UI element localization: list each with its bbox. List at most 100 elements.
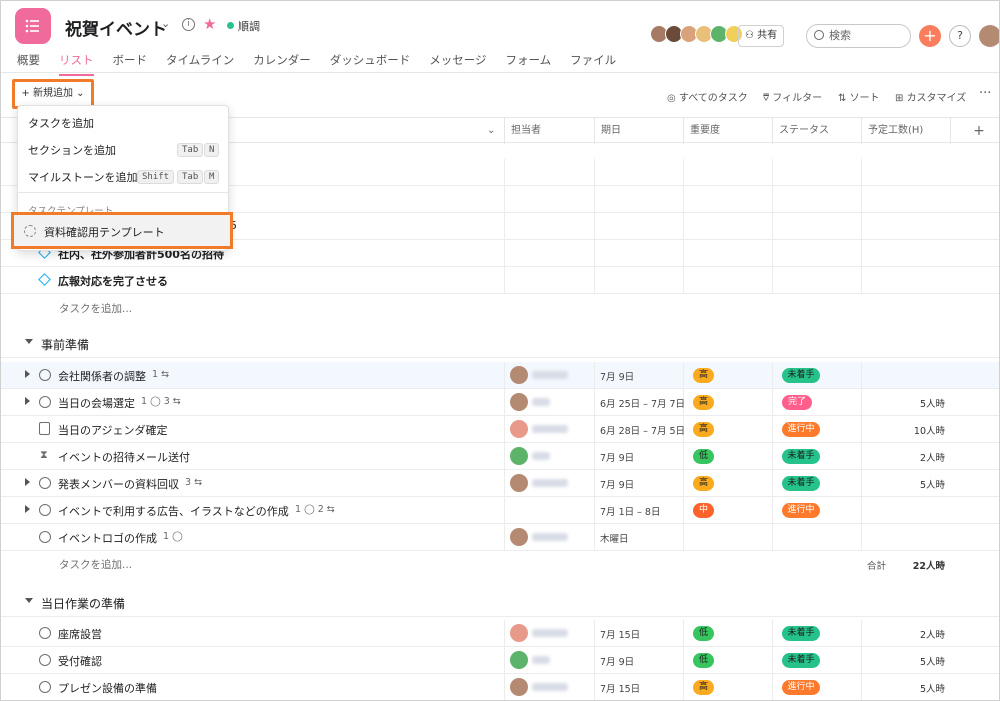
- priority-badge[interactable]: 高: [693, 476, 714, 491]
- column-estimate[interactable]: 予定工数(H): [861, 118, 950, 144]
- avatar[interactable]: [510, 420, 528, 438]
- milestone-row[interactable]: 広報対応を完了させる: [1, 267, 999, 294]
- status-badge[interactable]: 進行中: [782, 680, 820, 695]
- subtask-comment-count[interactable]: 1 ⇆: [152, 369, 169, 380]
- check-circle-icon[interactable]: [39, 396, 51, 408]
- due-date[interactable]: 7月 15日: [600, 627, 640, 641]
- customize-button[interactable]: ⊞ カスタマイズ: [895, 89, 966, 104]
- status-badge[interactable]: 未着手: [782, 626, 820, 641]
- due-date[interactable]: 7月 9日: [600, 450, 634, 464]
- check-circle-icon[interactable]: [39, 369, 51, 381]
- column-status[interactable]: ステータス: [772, 118, 861, 144]
- priority-badge[interactable]: 低: [693, 626, 714, 641]
- filter-button[interactable]: ⩢ フィルター: [763, 89, 822, 104]
- priority-badge[interactable]: 高: [693, 395, 714, 410]
- task-name[interactable]: イベントロゴの作成: [58, 530, 157, 546]
- column-priority[interactable]: 重要度: [683, 118, 772, 144]
- quick-add-button[interactable]: +: [919, 25, 941, 47]
- milestone-name[interactable]: 広報対応を完了させる: [58, 273, 168, 289]
- tab-calendar[interactable]: カレンダー: [253, 52, 311, 76]
- all-tasks-button[interactable]: ◎ すべてのタスク: [667, 89, 748, 104]
- priority-badge[interactable]: 高: [693, 422, 714, 437]
- due-date[interactable]: 7月 15日: [600, 681, 640, 695]
- due-date[interactable]: 6月 28日 – 7月 5日: [600, 423, 685, 437]
- menu-template-item[interactable]: 資料確認用テンプレート: [11, 212, 233, 249]
- milestone-icon[interactable]: [38, 273, 51, 286]
- task-name[interactable]: 発表メンバーの資料回収: [58, 476, 179, 492]
- tab-overview[interactable]: 概要: [17, 52, 40, 76]
- approval-icon[interactable]: [39, 422, 50, 435]
- avatar[interactable]: [510, 678, 528, 696]
- check-circle-icon[interactable]: [39, 654, 51, 666]
- check-circle-icon[interactable]: [39, 681, 51, 693]
- table-row[interactable]: 座席設営 7月 15日 低 未着手 2人時: [1, 620, 999, 647]
- priority-badge[interactable]: 低: [693, 449, 714, 464]
- status-badge[interactable]: 未着手: [782, 653, 820, 668]
- table-row[interactable]: 当日のアジェンダ確定 6月 28日 – 7月 5日高 進行中 10人時: [1, 416, 999, 443]
- section-header[interactable]: 当日作業の準備: [1, 587, 999, 617]
- subtask-comment-count[interactable]: 1 ◯ 3 ⇆: [141, 396, 181, 407]
- estimate-hours[interactable]: 5人時: [920, 396, 945, 410]
- section-header[interactable]: 事前準備: [1, 328, 999, 358]
- due-date[interactable]: 7月 1日 – 8日: [600, 504, 660, 518]
- tab-timeline[interactable]: タイムライン: [166, 52, 234, 76]
- more-options-button[interactable]: ···: [979, 86, 991, 101]
- estimate-hours[interactable]: 5人時: [920, 681, 945, 695]
- sort-button[interactable]: ⇅ ソート: [838, 89, 880, 104]
- column-assignee[interactable]: 担当者: [504, 118, 594, 144]
- chevron-down-icon[interactable]: ⌄: [161, 17, 170, 30]
- table-row[interactable]: プレゼン設備の準備 7月 15日 高 進行中 5人時: [1, 674, 999, 700]
- menu-add-section[interactable]: セクションを追加: [28, 142, 116, 158]
- estimate-hours[interactable]: 5人時: [920, 654, 945, 668]
- avatar[interactable]: [510, 474, 528, 492]
- expand-icon[interactable]: [25, 370, 30, 378]
- star-icon[interactable]: ★: [203, 15, 216, 33]
- tab-messages[interactable]: メッセージ: [429, 52, 486, 76]
- table-row[interactable]: 会社関係者の調整 1 ⇆ 7月 9日 高 未着手: [1, 362, 999, 389]
- task-name[interactable]: 受付確認: [58, 653, 102, 669]
- estimate-hours[interactable]: 10人時: [914, 423, 945, 437]
- task-name[interactable]: 当日のアジェンダ確定: [58, 422, 168, 438]
- avatar[interactable]: [510, 624, 528, 642]
- project-title[interactable]: 祝賀イベント: [65, 15, 167, 40]
- expand-icon[interactable]: [25, 478, 30, 486]
- add-column-button[interactable]: +: [950, 118, 999, 144]
- caret-down-icon[interactable]: [25, 339, 33, 344]
- subtask-comment-count[interactable]: 1 ◯ 2 ⇆: [295, 504, 335, 515]
- info-icon[interactable]: i: [182, 18, 195, 31]
- task-name[interactable]: 会社関係者の調整: [58, 368, 146, 384]
- status-badge[interactable]: 未着手: [782, 368, 820, 383]
- table-row[interactable]: イベントで利用する広告、イラストなどの作成 1 ◯ 2 ⇆ 7月 1日 – 8日 中 進…: [1, 497, 999, 524]
- section-title[interactable]: 当日作業の準備: [41, 595, 125, 612]
- estimate-hours[interactable]: 2人時: [920, 450, 945, 464]
- table-row[interactable]: 発表メンバーの資料回収 3 ⇆ 7月 9日 高 未着手 5人時: [1, 470, 999, 497]
- estimate-hours[interactable]: 5人時: [920, 477, 945, 491]
- due-date[interactable]: 7月 9日: [600, 369, 634, 383]
- tab-files[interactable]: ファイル: [570, 52, 616, 76]
- status-badge[interactable]: 進行中: [782, 503, 820, 518]
- priority-badge[interactable]: 中: [693, 503, 714, 518]
- share-button[interactable]: ⚇ 共有: [738, 25, 785, 47]
- menu-add-milestone[interactable]: マイルストーンを追加: [28, 169, 137, 185]
- menu-add-task[interactable]: タスクを追加: [28, 115, 94, 131]
- table-row[interactable]: 当日の会場選定 1 ◯ 3 ⇆ 6月 25日 – 7月 7日高 完了 5人時: [1, 389, 999, 416]
- priority-badge[interactable]: 高: [693, 680, 714, 695]
- task-name[interactable]: 当日の会場選定: [58, 395, 135, 411]
- subtask-comment-count[interactable]: 1 ◯: [163, 531, 183, 542]
- due-date[interactable]: 7月 9日: [600, 654, 634, 668]
- estimate-hours[interactable]: 2人時: [920, 627, 945, 641]
- add-task-link[interactable]: タスクを追加...: [59, 557, 132, 572]
- check-circle-icon[interactable]: [39, 504, 51, 516]
- avatar[interactable]: [510, 447, 528, 465]
- tab-list[interactable]: リスト: [59, 52, 94, 76]
- priority-badge[interactable]: 高: [693, 368, 714, 383]
- task-name[interactable]: プレゼン設備の準備: [58, 680, 157, 696]
- add-task-link[interactable]: タスクを追加...: [59, 301, 132, 316]
- project-icon[interactable]: [15, 8, 51, 44]
- search-input[interactable]: 検索: [806, 24, 911, 48]
- table-row[interactable]: イベントロゴの作成 1 ◯ 木曜日: [1, 524, 999, 551]
- avatar[interactable]: [510, 393, 528, 411]
- priority-badge[interactable]: 低: [693, 653, 714, 668]
- hourglass-icon[interactable]: ⧗: [40, 448, 48, 462]
- subtask-comment-count[interactable]: 3 ⇆: [185, 477, 202, 488]
